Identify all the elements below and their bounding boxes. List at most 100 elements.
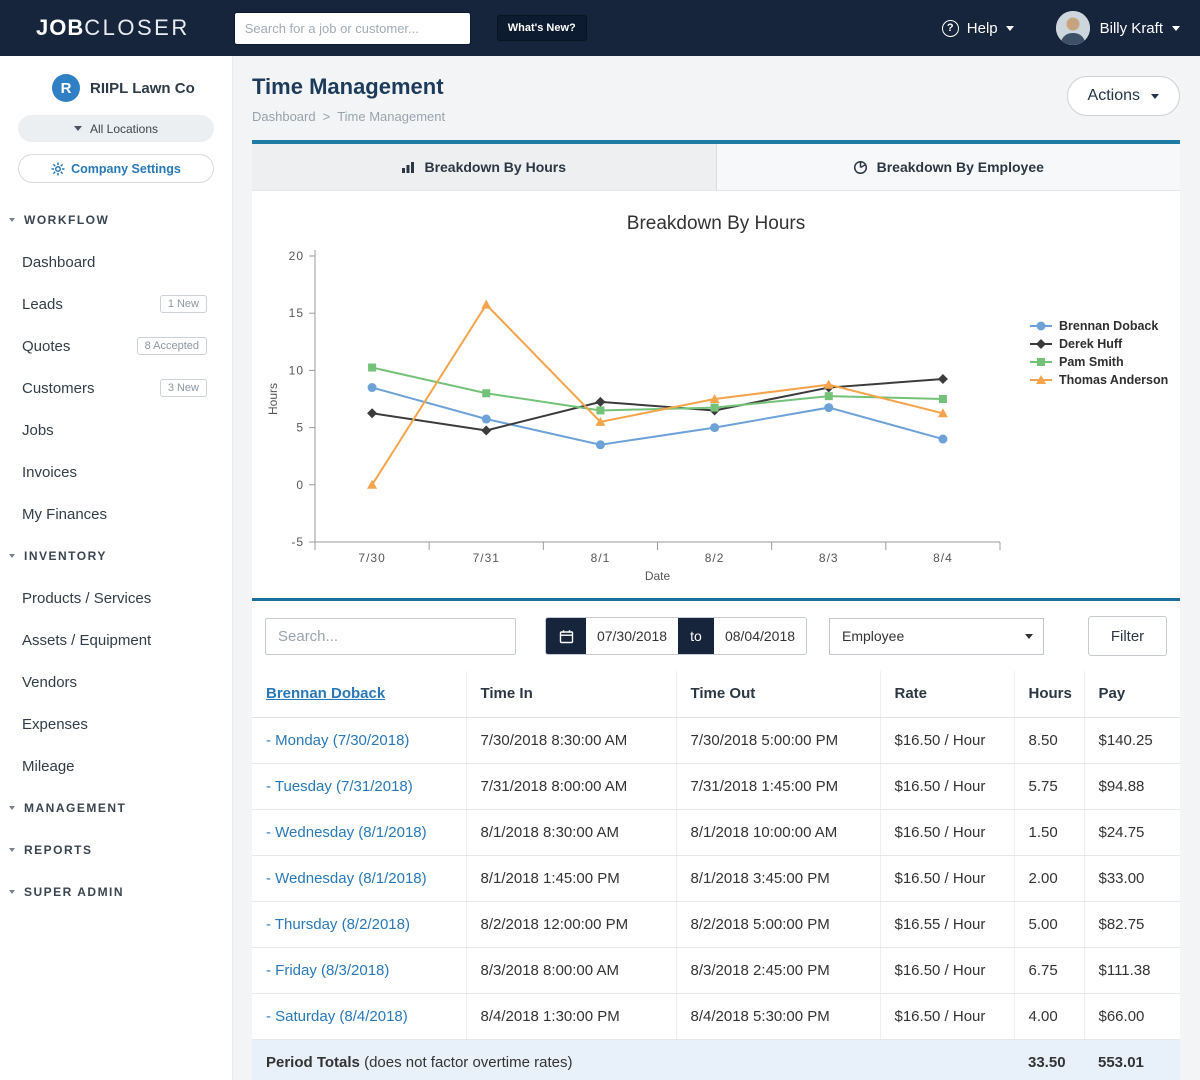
cell-time-out: 8/3/2018 2:45:00 PM: [676, 947, 880, 993]
employee-link[interactable]: Brennan Doback: [266, 685, 385, 702]
time-management-card: Breakdown By Hours Breakdown By Employee…: [252, 140, 1180, 1080]
svg-text:8/4: 8/4: [933, 551, 953, 565]
cell-rate: $16.50 / Hour: [880, 855, 1014, 901]
day-link[interactable]: - Saturday (8/4/2018): [266, 1008, 408, 1025]
svg-text:7/31: 7/31: [473, 551, 500, 565]
item-label: Jobs: [22, 422, 54, 439]
chevron-down-icon: [1151, 94, 1159, 99]
cell-time-in: 8/1/2018 8:30:00 AM: [466, 809, 676, 855]
sidebar-item-expenses[interactable]: Expenses: [0, 703, 232, 745]
sidebar-item-quotes[interactable]: Quotes8 Accepted: [0, 325, 232, 367]
sidebar-item-invoices[interactable]: Invoices: [0, 451, 232, 493]
section-label: SUPER ADMIN: [24, 885, 124, 899]
section-label: REPORTS: [24, 843, 93, 857]
svg-text:8/1: 8/1: [591, 551, 611, 565]
table-row: - Thursday (8/2/2018) 8/2/2018 12:00:00 …: [252, 901, 1180, 947]
gear-icon: [51, 162, 65, 176]
company-row[interactable]: R RIIPL Lawn Co: [0, 56, 232, 102]
topbar-right: ? Help Billy Kraft: [942, 11, 1180, 45]
time-entries-table: Brennan Doback Time In Time Out Rate Hou…: [252, 671, 1180, 1080]
locations-dropdown[interactable]: All Locations: [18, 115, 214, 142]
cell-hours: 2.00: [1014, 855, 1084, 901]
day-link[interactable]: - Monday (7/30/2018): [266, 732, 409, 749]
bar-chart-icon: [401, 160, 415, 174]
help-label: Help: [967, 20, 998, 37]
sidebar: R RIIPL Lawn Co All Locations Company Se…: [0, 56, 233, 1080]
day-link[interactable]: - Tuesday (7/31/2018): [266, 778, 413, 795]
company-settings-button[interactable]: Company Settings: [18, 154, 214, 183]
breadcrumb: Dashboard>Time Management: [252, 109, 445, 124]
svg-text:7/30: 7/30: [358, 551, 385, 565]
item-label: Assets / Equipment: [22, 632, 151, 649]
section-super-admin[interactable]: SUPER ADMIN: [0, 871, 232, 913]
customers-badge: 3 New: [160, 379, 207, 397]
cell-time-in: 8/2/2018 12:00:00 PM: [466, 901, 676, 947]
cell-pay: $140.25: [1084, 717, 1180, 763]
item-label: Customers: [22, 380, 95, 397]
cell-hours: 4.00: [1014, 993, 1084, 1039]
cell-pay: $24.75: [1084, 809, 1180, 855]
user-menu[interactable]: Billy Kraft: [1100, 20, 1180, 37]
item-label: Invoices: [22, 464, 77, 481]
section-label: INVENTORY: [24, 549, 107, 563]
sidebar-item-assets-equipment[interactable]: Assets / Equipment: [0, 619, 232, 661]
help-icon: ?: [942, 20, 959, 37]
breadcrumb-separator: >: [323, 109, 331, 124]
tab-breakdown-by-hours[interactable]: Breakdown By Hours: [252, 144, 716, 190]
main-content: Time Management Dashboard>Time Managemen…: [233, 56, 1200, 1080]
actions-button[interactable]: Actions: [1067, 76, 1180, 116]
item-label: Leads: [22, 296, 63, 313]
help-menu[interactable]: ? Help: [942, 20, 1014, 37]
section-inventory[interactable]: INVENTORY: [0, 535, 232, 577]
app-logo[interactable]: JOBCLOSER: [36, 15, 190, 41]
pie-chart-icon: [853, 160, 868, 175]
svg-text:Brennan Doback: Brennan Doback: [1059, 319, 1158, 333]
chevron-down-icon: [9, 554, 15, 558]
whats-new-button[interactable]: What's New?: [497, 15, 587, 41]
global-search-input[interactable]: [234, 12, 471, 45]
sidebar-item-vendors[interactable]: Vendors: [0, 661, 232, 703]
sidebar-item-customers[interactable]: Customers 3 New: [0, 367, 232, 409]
section-management[interactable]: MANAGEMENT: [0, 787, 232, 829]
header-hours: Hours: [1014, 671, 1084, 717]
sidebar-item-leads[interactable]: Leads 1 New: [0, 283, 232, 325]
tab-breakdown-by-employee[interactable]: Breakdown By Employee: [716, 144, 1181, 190]
employee-select[interactable]: Employee: [829, 618, 1044, 655]
sidebar-item-my-finances[interactable]: My Finances: [0, 493, 232, 535]
company-settings-label: Company Settings: [71, 162, 181, 176]
svg-text:20: 20: [289, 249, 304, 263]
date-to-input[interactable]: [714, 618, 806, 654]
section-workflow[interactable]: WORKFLOW: [0, 199, 232, 241]
employee-select-value: Employee: [842, 628, 904, 644]
avatar[interactable]: [1056, 11, 1090, 45]
section-reports[interactable]: REPORTS: [0, 829, 232, 871]
day-link[interactable]: - Wednesday (8/1/2018): [266, 870, 427, 887]
svg-text:Pam Smith: Pam Smith: [1059, 355, 1124, 369]
header-time-in: Time In: [466, 671, 676, 717]
date-from-input[interactable]: [586, 618, 678, 654]
filter-button[interactable]: Filter: [1088, 616, 1167, 656]
chevron-down-icon: [9, 218, 15, 222]
tab-label: Breakdown By Employee: [877, 159, 1044, 175]
cell-time-in: 8/1/2018 1:45:00 PM: [466, 855, 676, 901]
day-link[interactable]: - Wednesday (8/1/2018): [266, 824, 427, 841]
leads-badge: 1 New: [160, 295, 207, 313]
sidebar-item-dashboard[interactable]: Dashboard: [0, 241, 232, 283]
day-link[interactable]: - Thursday (8/2/2018): [266, 916, 410, 933]
cell-time-in: 7/31/2018 8:00:00 AM: [466, 763, 676, 809]
section-label: MANAGEMENT: [24, 801, 126, 815]
sidebar-item-products-services[interactable]: Products / Services: [0, 577, 232, 619]
breadcrumb-dashboard[interactable]: Dashboard: [252, 109, 316, 124]
day-link[interactable]: - Friday (8/3/2018): [266, 962, 389, 979]
user-name: Billy Kraft: [1100, 20, 1163, 37]
logo-light: CLOSER: [84, 15, 189, 40]
totals-pay: 553.01: [1084, 1039, 1180, 1080]
sidebar-item-jobs[interactable]: Jobs: [0, 409, 232, 451]
totals-hours: 33.50: [1014, 1039, 1084, 1080]
section-label: WORKFLOW: [24, 213, 109, 227]
table-search-input[interactable]: [265, 618, 516, 655]
sidebar-item-mileage[interactable]: Mileage: [0, 745, 232, 787]
quotes-badge: 8 Accepted: [137, 337, 207, 355]
calendar-button[interactable]: [546, 618, 586, 654]
locations-label: All Locations: [90, 122, 158, 136]
